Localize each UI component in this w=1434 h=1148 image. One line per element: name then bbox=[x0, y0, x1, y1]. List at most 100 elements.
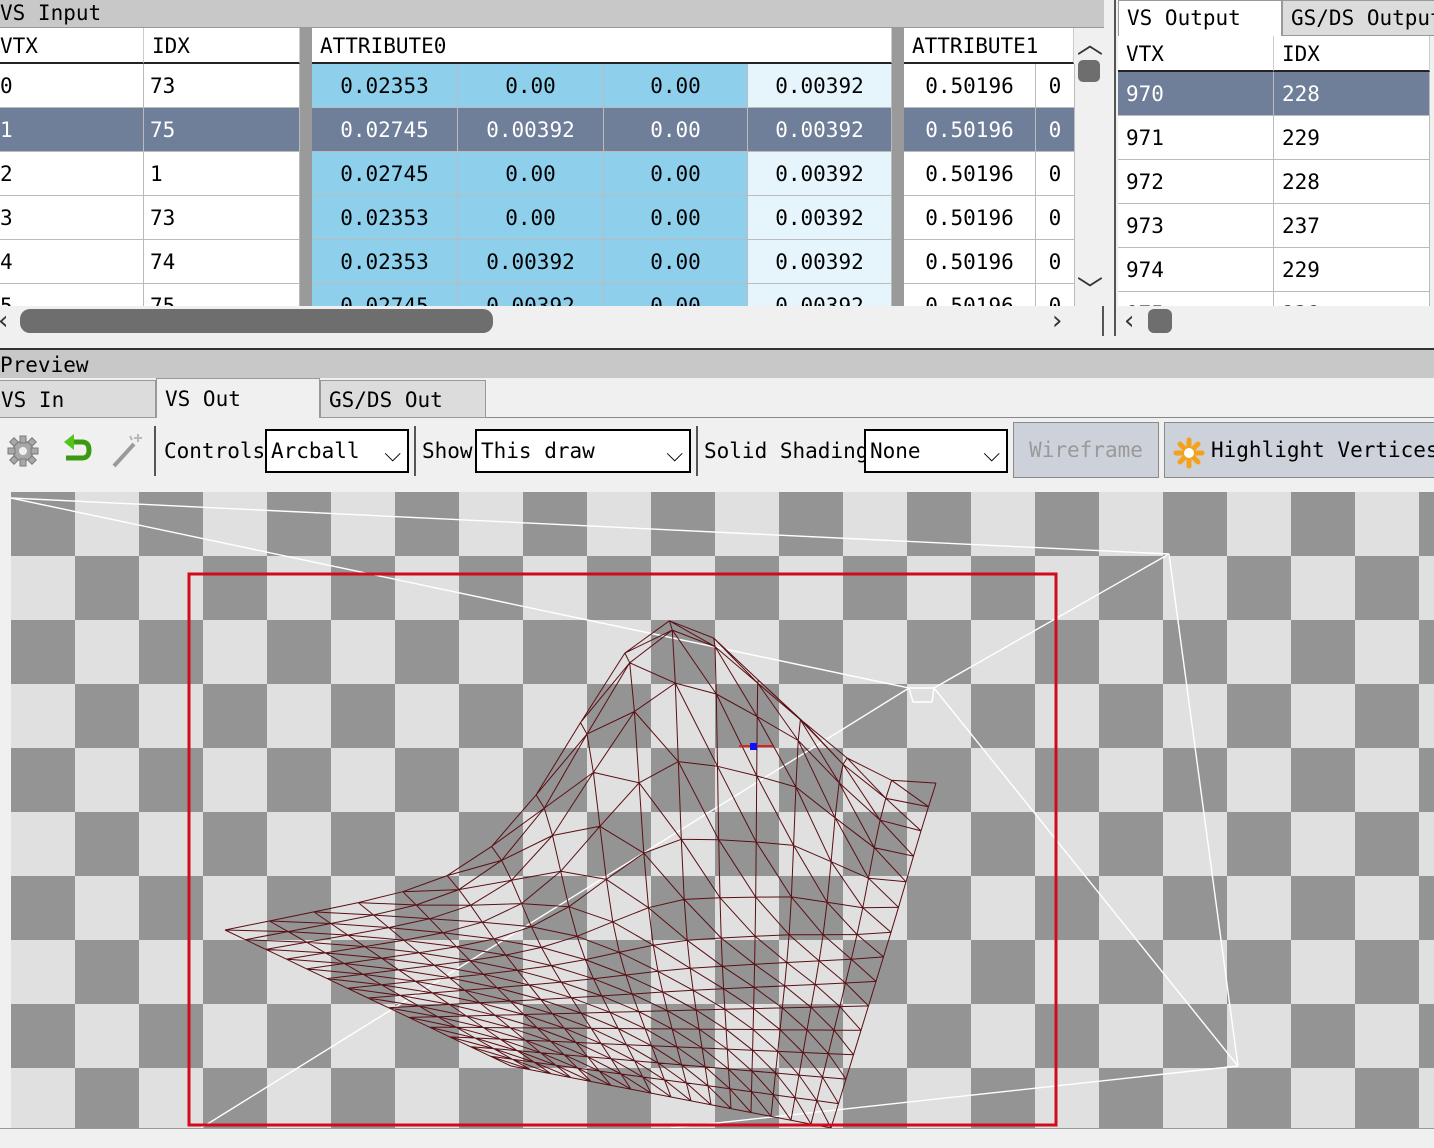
tab-vs-output[interactable]: VS Output bbox=[1118, 0, 1282, 36]
controls-select[interactable]: Arcball ⌵ bbox=[265, 429, 409, 473]
table-row[interactable]: 5 75 0.02745 0.00392 0.00 0.00392 0.50196 0 bbox=[0, 284, 1075, 306]
cell-attribute1: 0.50196 bbox=[904, 240, 1036, 284]
tab-gs-ds-output[interactable]: GS/DS Output bbox=[1282, 0, 1434, 36]
checker-square bbox=[1355, 812, 1419, 876]
header-idx[interactable]: IDX bbox=[1274, 36, 1430, 72]
checker-square bbox=[203, 1068, 267, 1128]
table-row[interactable]: 1 75 0.02745 0.00392 0.00 0.00392 0.50196 0 bbox=[0, 108, 1075, 152]
checker-square bbox=[843, 556, 907, 620]
cell-vtx: 4 bbox=[0, 240, 144, 284]
checker-square bbox=[395, 748, 459, 812]
cell-attribute1: 0.50196 bbox=[904, 152, 1036, 196]
checker-square bbox=[75, 940, 139, 1004]
header-vtx[interactable]: VTX bbox=[0, 28, 144, 64]
checker-square bbox=[1035, 876, 1099, 940]
checker-square bbox=[651, 748, 715, 812]
header-vtx[interactable]: VTX bbox=[1118, 36, 1274, 72]
cell-attribute0: 0.00392 bbox=[458, 240, 604, 284]
checker-square bbox=[1419, 620, 1434, 684]
show-select[interactable]: This draw ⌵ bbox=[475, 429, 691, 473]
cell-attribute0: 0.00 bbox=[604, 284, 748, 306]
checker-square bbox=[907, 1004, 971, 1068]
checker-square bbox=[1099, 812, 1163, 876]
highlight-vertices-label: Highlight Vertices bbox=[1211, 438, 1434, 462]
checker-square bbox=[11, 1004, 75, 1068]
checker-square bbox=[1291, 748, 1355, 812]
checker-square bbox=[331, 556, 395, 620]
hscroll-thumb[interactable] bbox=[1148, 309, 1172, 333]
table-row[interactable]: 970 228 bbox=[1118, 72, 1430, 116]
hscroll-thumb[interactable] bbox=[20, 309, 493, 333]
tab-gs-ds-out[interactable]: GS/DS Out bbox=[320, 380, 486, 418]
table-row[interactable]: 0 73 0.02353 0.00 0.00 0.00392 0.50196 0 bbox=[0, 64, 1075, 108]
table-row[interactable]: 975238 bbox=[1118, 292, 1430, 306]
scroll-right-icon[interactable]: › bbox=[1052, 308, 1062, 334]
checker-square bbox=[587, 556, 651, 620]
scroll-left-icon[interactable]: ‹ bbox=[0, 308, 8, 334]
checker-square bbox=[1227, 940, 1291, 1004]
cell-vtx: 3 bbox=[0, 196, 144, 240]
cell-attribute0: 0.00 bbox=[604, 108, 748, 152]
checker-square bbox=[139, 492, 203, 556]
vs-input-vscroll[interactable]: ︿ ﹀ bbox=[1075, 28, 1104, 306]
checker-square bbox=[1291, 1004, 1355, 1068]
table-row[interactable]: 2 1 0.02745 0.00 0.00 0.00392 0.50196 0 bbox=[0, 152, 1075, 196]
checker-square bbox=[203, 812, 267, 876]
checker-square bbox=[459, 684, 523, 748]
checker-square bbox=[395, 1004, 459, 1068]
checker-square bbox=[139, 620, 203, 684]
checker-square bbox=[971, 684, 1035, 748]
table-row[interactable]: 974 229 bbox=[1118, 248, 1430, 292]
cell-idx: 229 bbox=[1274, 116, 1430, 160]
checker-square bbox=[75, 812, 139, 876]
header-attribute0[interactable]: ATTRIBUTE0 bbox=[312, 28, 892, 64]
viewport-canvas[interactable] bbox=[11, 492, 1434, 1128]
reset-icon[interactable] bbox=[56, 432, 94, 470]
scroll-up-icon[interactable]: ︿ bbox=[1077, 32, 1103, 58]
table-row[interactable]: 3 73 0.02353 0.00 0.00 0.00392 0.50196 0 bbox=[0, 196, 1075, 240]
table-row[interactable]: 4 74 0.02353 0.00392 0.00 0.00392 0.50196 0 bbox=[0, 240, 1075, 284]
checker-square bbox=[843, 684, 907, 748]
checker-square bbox=[715, 812, 779, 876]
table-row[interactable]: 973 237 bbox=[1118, 204, 1430, 248]
status-bar bbox=[0, 1128, 1434, 1148]
vs-output-hscroll[interactable]: ‹ bbox=[1118, 306, 1434, 336]
header-idx[interactable]: IDX bbox=[144, 28, 300, 64]
highlighted-vertex bbox=[750, 743, 757, 750]
wireframe-button[interactable]: Wireframe bbox=[1013, 422, 1159, 478]
toolbar-separator bbox=[414, 426, 416, 476]
table-row[interactable]: 971 229 bbox=[1118, 116, 1430, 160]
header-attribute1[interactable]: ATTRIBUTE1 bbox=[904, 28, 1074, 64]
tab-vs-out[interactable]: VS Out bbox=[156, 378, 320, 418]
checker-square bbox=[1227, 684, 1291, 748]
highlight-vertices-button[interactable]: Highlight Vertices bbox=[1164, 422, 1434, 478]
scroll-down-icon[interactable]: ﹀ bbox=[1077, 278, 1103, 304]
tab-vs-in[interactable]: VS In bbox=[0, 380, 156, 418]
vs-input-hscroll[interactable]: ‹ › bbox=[0, 306, 1075, 336]
checker-square bbox=[1035, 620, 1099, 684]
vscroll-thumb[interactable] bbox=[1078, 60, 1100, 82]
checker-square bbox=[1035, 748, 1099, 812]
checker-square bbox=[203, 940, 267, 1004]
cell-attribute0: 0.00 bbox=[458, 152, 604, 196]
checker-square bbox=[11, 620, 75, 684]
checker-square bbox=[203, 684, 267, 748]
show-label: Show bbox=[422, 439, 473, 463]
cell-attribute1: 0 bbox=[1036, 64, 1075, 108]
solid-shading-select[interactable]: None ⌵ bbox=[864, 429, 1008, 473]
magic-wand-icon[interactable] bbox=[110, 432, 146, 470]
vs-output-panel: VS Output GS/DS Output VTX IDX 970 228 971… bbox=[1114, 0, 1434, 336]
checker-square bbox=[395, 620, 459, 684]
preview-tabs: VS In VS Out GS/DS Out bbox=[0, 378, 1434, 418]
gear-icon[interactable] bbox=[6, 434, 40, 468]
checker-square bbox=[267, 492, 331, 556]
cell-vtx: 971 bbox=[1118, 116, 1274, 160]
cell-idx: 74 bbox=[144, 240, 300, 284]
table-row[interactable]: 972 228 bbox=[1118, 160, 1430, 204]
cell-attribute1: 0.50196 bbox=[904, 284, 1036, 306]
checker-square bbox=[331, 812, 395, 876]
scroll-left-icon[interactable]: ‹ bbox=[1124, 308, 1134, 334]
mesh-viewport[interactable] bbox=[11, 492, 1434, 1128]
checker-square bbox=[1227, 556, 1291, 620]
checker-square bbox=[907, 492, 971, 556]
